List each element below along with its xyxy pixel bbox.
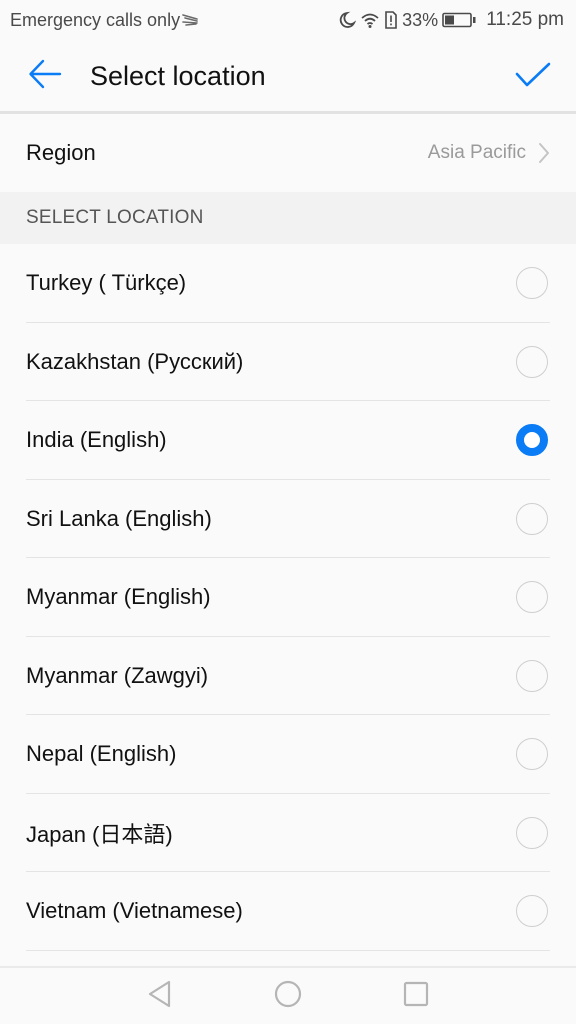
page-title: Select location — [90, 60, 266, 91]
recents-square-icon — [403, 981, 429, 1012]
location-item-myanmar-zawgyi[interactable]: Myanmar (Zawgyi) — [0, 636, 576, 715]
location-label: India (English) — [26, 427, 167, 453]
location-label: Japan (日本語) — [26, 821, 173, 847]
signal-swipe-icon — [182, 13, 200, 27]
location-item-sri-lanka[interactable]: Sri Lanka (English) — [0, 479, 576, 558]
battery-percent: 33% — [402, 9, 439, 30]
radio-button[interactable] — [516, 502, 548, 535]
radio-button[interactable] — [516, 895, 548, 928]
chevron-right-icon — [538, 142, 550, 164]
system-nav-bar — [0, 966, 576, 1024]
status-right: 33% 11:25 pm — [338, 9, 564, 31]
confirm-button[interactable] — [508, 52, 558, 102]
back-triangle-icon — [147, 979, 173, 1014]
clock: 11:25 pm — [486, 9, 564, 30]
carrier-text: Emergency calls only — [10, 9, 181, 30]
location-item-india[interactable]: India (English) — [0, 401, 576, 480]
radio-button[interactable] — [516, 581, 548, 614]
wifi-icon — [360, 11, 380, 29]
radio-button[interactable] — [516, 659, 548, 692]
nav-back-button[interactable] — [140, 976, 180, 1016]
arrow-left-icon — [28, 59, 62, 94]
region-row[interactable]: Region Asia Pacific — [0, 114, 576, 192]
location-label: Kazakhstan (Русский) — [26, 348, 244, 374]
battery-icon — [442, 12, 476, 28]
status-left: Emergency calls only — [10, 10, 200, 31]
location-label: Vietnam (Vietnamese) — [26, 898, 243, 924]
location-label: Myanmar (Zawgyi) — [26, 662, 209, 688]
nav-recents-button[interactable] — [396, 976, 436, 1016]
location-item-nepal[interactable]: Nepal (English) — [0, 715, 576, 794]
radio-button[interactable] — [516, 816, 548, 849]
location-item-turkey[interactable]: Turkey ( Türkçe) — [0, 244, 576, 323]
app-bar: Select location — [0, 40, 576, 112]
region-value: Asia Pacific — [427, 142, 526, 163]
do-not-disturb-moon-icon — [338, 11, 357, 29]
back-button[interactable] — [20, 51, 70, 101]
location-label: Myanmar (English) — [26, 584, 211, 610]
status-bar: Emergency calls only 33% 11:25 pm — [0, 0, 576, 40]
location-item-kazakhstan[interactable]: Kazakhstan (Русский) — [0, 322, 576, 401]
radio-button-selected[interactable] — [516, 424, 548, 457]
location-item-japan[interactable]: Japan (日本語) — [0, 793, 576, 872]
location-item-myanmar-english[interactable]: Myanmar (English) — [0, 558, 576, 637]
radio-button[interactable] — [516, 267, 548, 300]
nav-home-button[interactable] — [268, 976, 308, 1016]
radio-button[interactable] — [516, 738, 548, 771]
check-icon — [515, 61, 551, 94]
sim-alert-icon — [384, 11, 398, 29]
location-label: Turkey ( Türkçe) — [26, 270, 187, 296]
home-circle-icon — [274, 980, 302, 1013]
section-header: SELECT LOCATION — [0, 192, 576, 244]
location-item-vietnam[interactable]: Vietnam (Vietnamese) — [0, 872, 576, 951]
radio-button[interactable] — [516, 345, 548, 378]
region-label: Region — [26, 140, 96, 165]
location-label: Sri Lanka (English) — [26, 505, 212, 531]
location-label: Nepal (English) — [26, 741, 177, 767]
location-list: Turkey ( Türkçe) Kazakhstan (Русский) In… — [0, 244, 576, 951]
